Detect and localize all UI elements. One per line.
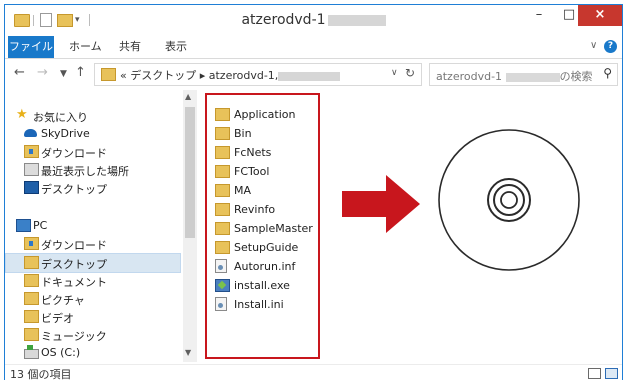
nav-item-desktop[interactable]: デスクトップ bbox=[5, 179, 181, 197]
tab-file[interactable]: ファイル bbox=[8, 36, 54, 58]
nav-item-music[interactable]: ミュージック bbox=[5, 326, 181, 344]
navigation-bar: ← → ▼ ↑ « デスクトップ ▸ atzerodvd-1, ∨ ↻ atze… bbox=[5, 59, 622, 89]
nav-item-os-drive[interactable]: OS (C:) bbox=[5, 344, 181, 362]
settings-file-icon bbox=[215, 297, 227, 311]
folder-icon bbox=[215, 146, 230, 159]
file-name: Revinfo bbox=[234, 203, 276, 216]
computer-icon bbox=[16, 219, 31, 232]
nav-item-pc-desktop[interactable]: デスクトップ bbox=[5, 253, 181, 273]
dvd-disc-icon bbox=[438, 129, 580, 271]
title-bar: ▾ atzerodvd-1 – □ × bbox=[5, 5, 622, 36]
file-name: Autorun.inf bbox=[234, 260, 296, 273]
address-history-button[interactable]: ∨ bbox=[391, 68, 398, 78]
breadcrumb-item-current: atzerodvd-1, bbox=[208, 69, 279, 82]
item-count: 13 個の項目 bbox=[10, 368, 72, 381]
folder-icon bbox=[215, 222, 230, 235]
scrollbar-thumb[interactable] bbox=[185, 107, 195, 238]
large-icons-view-icon[interactable] bbox=[605, 368, 618, 379]
cloud-icon bbox=[24, 129, 37, 137]
nav-scrollbar[interactable]: ▲ ▼ bbox=[183, 90, 197, 362]
ribbon-tabs: ファイル ホーム 共有 表示 ∨ ? bbox=[5, 36, 622, 59]
pictures-folder-icon bbox=[24, 292, 39, 305]
folder-icon bbox=[215, 203, 230, 216]
file-name: Bin bbox=[234, 127, 252, 140]
nav-item-skydrive[interactable]: SkyDrive bbox=[5, 125, 181, 143]
recent-places-icon bbox=[24, 163, 39, 176]
file-name: Install.ini bbox=[234, 298, 284, 311]
refresh-button[interactable]: ↻ bbox=[405, 66, 415, 80]
scroll-up-icon[interactable]: ▲ bbox=[185, 92, 191, 101]
redacted-text bbox=[327, 14, 386, 26]
file-name: FcNets bbox=[234, 146, 272, 159]
tab-view[interactable]: 表示 bbox=[165, 36, 187, 58]
breadcrumb[interactable]: « デスクトップ ▸ atzerodvd-1, bbox=[120, 67, 341, 83]
desktop-icon bbox=[24, 181, 39, 194]
videos-folder-icon bbox=[24, 310, 39, 323]
search-placeholder: atzerodvd-1 の検索 bbox=[436, 70, 593, 83]
nav-item-recent-places[interactable]: 最近表示した場所 bbox=[5, 161, 181, 179]
nav-item-downloads[interactable]: ダウンロード bbox=[5, 143, 181, 161]
forward-button[interactable]: → bbox=[37, 65, 48, 80]
tab-home[interactable]: ホーム bbox=[69, 36, 102, 58]
folder-icon bbox=[215, 184, 230, 197]
file-name: SetupGuide bbox=[234, 241, 299, 254]
nav-item-pictures[interactable]: ピクチャ bbox=[5, 290, 181, 308]
folder-icon bbox=[215, 241, 230, 254]
tab-share[interactable]: 共有 bbox=[119, 36, 141, 58]
search-input[interactable]: atzerodvd-1 の検索 ⚲ bbox=[429, 63, 618, 86]
close-button[interactable]: × bbox=[578, 5, 622, 26]
navigation-pane: ★ お気に入り SkyDrive ダウンロード 最近表示した場所 デスクトップ … bbox=[5, 90, 199, 364]
installer-icon bbox=[215, 279, 230, 292]
settings-file-icon bbox=[215, 259, 227, 273]
redacted-text bbox=[505, 72, 560, 82]
up-button[interactable]: ↑ bbox=[75, 65, 86, 80]
nav-item-videos[interactable]: ビデオ bbox=[5, 308, 181, 326]
nav-item-documents[interactable]: ドキュメント bbox=[5, 272, 181, 290]
status-bar: 13 個の項目 bbox=[5, 364, 622, 381]
folder-icon bbox=[101, 68, 116, 81]
download-folder-icon bbox=[24, 237, 39, 250]
drive-icon bbox=[24, 345, 39, 359]
file-name: SampleMaster bbox=[234, 222, 313, 235]
folder-icon bbox=[215, 127, 230, 140]
details-view-icon[interactable] bbox=[588, 368, 601, 379]
back-button[interactable]: ← bbox=[14, 65, 25, 80]
documents-folder-icon bbox=[24, 274, 39, 287]
breadcrumb-item-desktop: デスクトップ bbox=[130, 69, 197, 82]
nav-item-pc-downloads[interactable]: ダウンロード bbox=[5, 235, 181, 253]
folder-icon bbox=[215, 108, 230, 121]
file-name: install.exe bbox=[234, 279, 290, 292]
desktop-folder-icon bbox=[24, 256, 39, 269]
file-name: FCTool bbox=[234, 165, 270, 178]
file-name: MA bbox=[234, 184, 252, 197]
explorer-window: ▾ atzerodvd-1 – □ × ファイル ホーム 共有 表示 ∨ ? ←… bbox=[4, 4, 623, 381]
address-bar[interactable]: « デスクトップ ▸ atzerodvd-1, ∨ ↻ bbox=[94, 63, 422, 86]
file-name: Application bbox=[234, 108, 296, 121]
nav-item-favorites[interactable]: ★ お気に入り bbox=[5, 107, 181, 125]
folder-icon bbox=[215, 165, 230, 178]
right-arrow-icon bbox=[342, 175, 420, 233]
chevron-down-icon[interactable]: ∨ bbox=[590, 40, 597, 51]
search-icon[interactable]: ⚲ bbox=[603, 66, 612, 80]
star-icon: ★ bbox=[16, 107, 28, 122]
nav-item-pc[interactable]: PC bbox=[5, 217, 181, 235]
download-folder-icon bbox=[24, 145, 39, 158]
minimize-button[interactable]: – bbox=[525, 5, 553, 26]
recent-locations-button[interactable]: ▼ bbox=[60, 69, 67, 79]
redacted-text bbox=[278, 71, 341, 81]
scroll-down-icon[interactable]: ▼ bbox=[185, 348, 191, 357]
help-icon[interactable]: ? bbox=[604, 40, 617, 53]
music-folder-icon bbox=[24, 328, 39, 341]
